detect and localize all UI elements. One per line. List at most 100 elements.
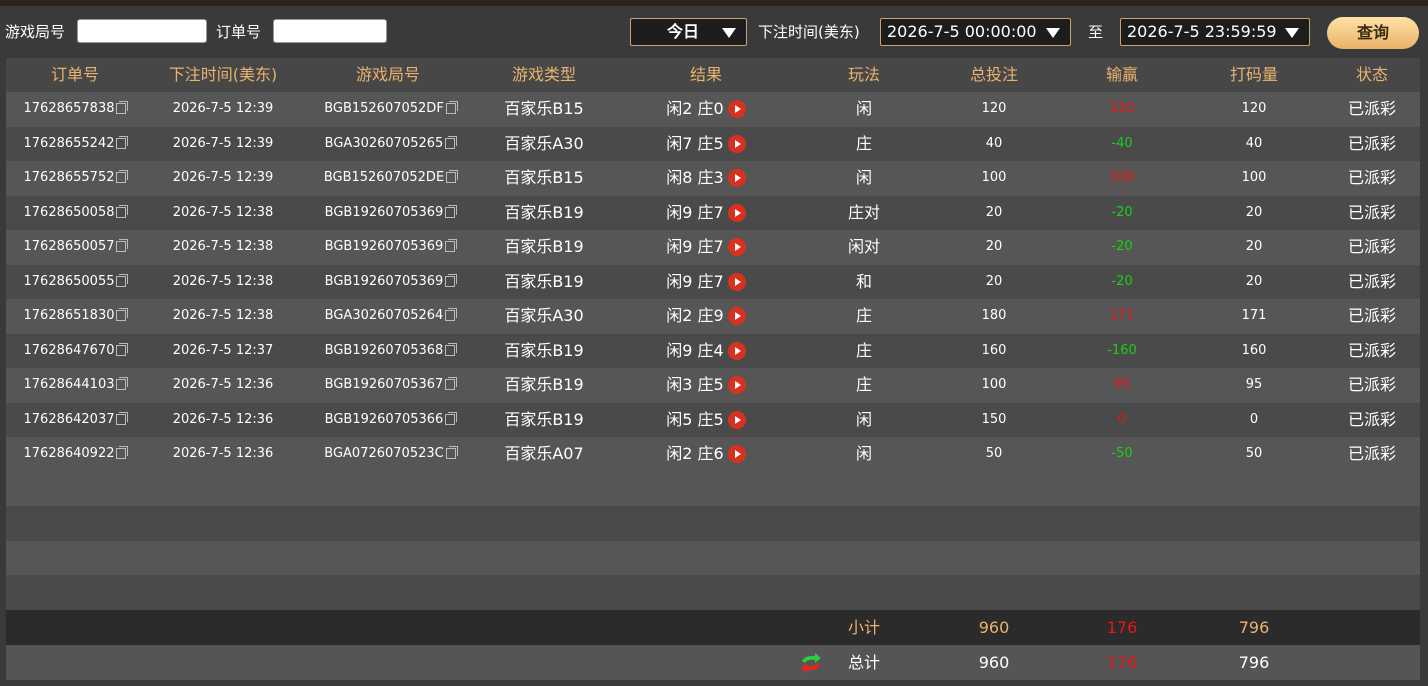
game-round-cell[interactable]: BGA30260705264: [316, 299, 464, 333]
empty-row: [6, 471, 1420, 506]
game-round-cell[interactable]: BGB152607052DF: [316, 92, 464, 126]
valid-bet-cell: 171: [1241, 308, 1267, 323]
result-cell: 闲2 庄0: [656, 92, 756, 126]
bet-time-cell: 2026-7-5 12:39: [172, 101, 274, 116]
copy-icon[interactable]: [445, 411, 458, 425]
copy-icon[interactable]: [445, 377, 458, 390]
copy-icon[interactable]: [445, 273, 458, 287]
order-no-cell[interactable]: 17628650058: [16, 196, 134, 230]
end-time-select[interactable]: 2026-7-5 23:59:59: [1120, 18, 1310, 46]
order-no-cell[interactable]: 17628647670: [16, 334, 134, 368]
copy-icon[interactable]: [116, 101, 129, 114]
play-icon[interactable]: [727, 410, 746, 429]
copy-icon[interactable]: [116, 204, 129, 218]
copy-icon[interactable]: [116, 239, 129, 252]
bet-time-label: 下注时间(美东): [758, 23, 860, 41]
copy-icon[interactable]: [445, 204, 458, 218]
copy-icon[interactable]: [445, 135, 458, 149]
subtotal-row: 小计 960 176 796: [6, 610, 1420, 645]
order-no-cell[interactable]: 17628640922: [16, 437, 134, 471]
game-type-cell: 百家乐A30: [504, 306, 584, 325]
copy-icon[interactable]: [446, 170, 459, 183]
status-cell: 已派彩: [1347, 202, 1396, 222]
order-no-cell[interactable]: 17628657838: [16, 92, 134, 126]
start-time-select[interactable]: 2026-7-5 00:00:00: [880, 18, 1071, 46]
game-type-cell: 百家乐B15: [504, 99, 584, 118]
order-no-input[interactable]: [273, 19, 387, 43]
game-round-cell[interactable]: BGB19260705366: [316, 403, 464, 437]
period-select[interactable]: 今日: [630, 18, 747, 46]
order-no-cell[interactable]: 17628651830: [16, 299, 134, 333]
copy-icon[interactable]: [116, 377, 129, 390]
order-no-cell[interactable]: 17628644103: [16, 368, 134, 402]
status-cell: 已派彩: [1347, 168, 1396, 187]
game-round-cell[interactable]: BGB152607052DE: [316, 161, 464, 195]
total-bet-cell: 20: [985, 239, 1003, 254]
query-button[interactable]: 查询: [1327, 17, 1419, 49]
order-no-cell[interactable]: 17628642037: [16, 403, 134, 437]
copy-icon[interactable]: [445, 342, 458, 356]
play-icon[interactable]: [727, 238, 746, 256]
refresh-icon[interactable]: [799, 652, 823, 674]
play-icon[interactable]: [727, 169, 746, 187]
game-type-cell: 百家乐B19: [504, 271, 584, 291]
game-round-input[interactable]: [77, 19, 207, 43]
play-cell: 闲: [855, 99, 872, 118]
play-icon[interactable]: [727, 203, 746, 222]
order-no-cell[interactable]: 17628650055: [16, 265, 134, 299]
copy-icon[interactable]: [445, 239, 458, 252]
play-icon[interactable]: [727, 376, 746, 394]
table-row: 17628655752 2026-7-5 12:39 BGB152607052DE 百…: [6, 161, 1420, 196]
empty-row: [6, 575, 1420, 610]
status-cell: 已派彩: [1347, 133, 1396, 153]
order-no-cell[interactable]: 17628650057: [16, 230, 134, 264]
copy-icon[interactable]: [116, 170, 129, 183]
result-cell: 闲8 庄3: [656, 161, 756, 195]
result-cell: 闲5 庄5: [656, 403, 756, 437]
result-cell: 闲2 庄9: [656, 299, 756, 333]
play-icon[interactable]: [727, 100, 746, 118]
game-round-cell[interactable]: BGB19260705368: [316, 334, 464, 368]
copy-icon[interactable]: [445, 446, 458, 459]
play-icon[interactable]: [727, 134, 746, 153]
copy-icon[interactable]: [116, 411, 129, 425]
copy-icon[interactable]: [116, 273, 129, 287]
start-time-value: 2026-7-5 00:00:00: [887, 22, 1037, 41]
table-row: 17628642037 2026-7-5 12:36 BGB19260705366 百…: [6, 402, 1420, 437]
win-loss-cell: -40: [1111, 135, 1133, 151]
copy-icon[interactable]: [445, 308, 458, 321]
game-type-cell: 百家乐B15: [504, 168, 584, 187]
result-cell: 闲2 庄6: [656, 437, 756, 471]
total-bet-cell: 40: [985, 135, 1003, 151]
valid-bet-cell: 95: [1245, 377, 1263, 392]
play-icon[interactable]: [727, 307, 746, 325]
game-round-cell[interactable]: BGB19260705369: [316, 196, 464, 230]
play-icon[interactable]: [727, 341, 746, 360]
game-round-cell[interactable]: BGB19260705369: [316, 265, 464, 299]
order-no-cell[interactable]: 17628655752: [16, 161, 134, 195]
play-icon[interactable]: [727, 445, 746, 463]
copy-icon[interactable]: [116, 135, 129, 149]
valid-bet-cell: 160: [1241, 342, 1267, 358]
col-valid-bet: 打码量: [1229, 65, 1278, 84]
game-round-cell[interactable]: BGB19260705367: [316, 368, 464, 402]
game-round-cell[interactable]: BGB19260705369: [316, 230, 464, 264]
play-icon[interactable]: [727, 272, 746, 291]
copy-icon[interactable]: [116, 342, 129, 356]
game-round-cell[interactable]: BGA30260705265: [316, 127, 464, 161]
copy-icon[interactable]: [445, 101, 458, 114]
valid-bet-cell: 120: [1241, 101, 1267, 116]
play-cell: 庄: [855, 133, 872, 153]
copy-icon[interactable]: [116, 308, 129, 321]
result-cell: 闲9 庄7: [656, 265, 756, 299]
order-no-cell[interactable]: 17628655242: [16, 127, 134, 161]
game-round-cell[interactable]: BGA0726070523C: [316, 437, 464, 471]
table-row: 17628651830 2026-7-5 12:38 BGA30260705264 百…: [6, 299, 1420, 334]
copy-icon[interactable]: [116, 446, 129, 459]
win-loss-cell: 120: [1109, 101, 1135, 116]
total-valid: 796: [1238, 653, 1270, 672]
empty-row: [6, 540, 1420, 575]
chevron-down-icon: [1285, 28, 1299, 38]
game-type-cell: 百家乐A30: [504, 133, 584, 153]
subtotal-win: 176: [1106, 618, 1138, 637]
